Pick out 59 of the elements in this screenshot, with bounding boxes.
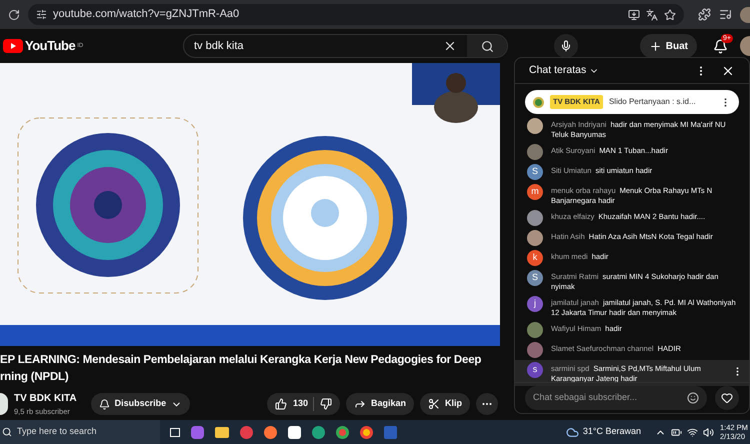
notifications-icon[interactable] bbox=[713, 38, 728, 54]
scissors-icon[interactable] bbox=[428, 398, 440, 410]
channel-name[interactable]: TV BDK KITA bbox=[14, 390, 77, 406]
pinned-text: Slido Pertanyaan : s.id... bbox=[608, 96, 697, 108]
url-text: youtube.com/watch?v=gZNJTmR-Aa0 bbox=[53, 7, 240, 22]
avatar-icon: s bbox=[527, 362, 543, 378]
clip-button[interactable]: Klip bbox=[420, 393, 470, 415]
chat-mode-dropdown[interactable]: Chat teratas bbox=[529, 62, 600, 78]
plus-icon[interactable] bbox=[648, 40, 662, 52]
logo-text[interactable]: YouTube bbox=[25, 36, 76, 56]
heart-button[interactable] bbox=[715, 386, 739, 410]
folder-icon[interactable] bbox=[215, 426, 229, 438]
chat-input[interactable]: Chat sebagai subscriber... bbox=[533, 391, 687, 405]
task-view-icon[interactable] bbox=[170, 428, 180, 436]
mic-button[interactable] bbox=[554, 34, 578, 58]
battery-icon[interactable] bbox=[671, 426, 682, 438]
subscribe-button[interactable]: Disubscribe bbox=[90, 393, 190, 415]
search-icon[interactable] bbox=[2, 427, 12, 437]
translate-icon[interactable] bbox=[646, 8, 658, 20]
share-arrow-icon[interactable] bbox=[354, 398, 366, 410]
emoji-icon[interactable] bbox=[687, 392, 699, 404]
media-icon[interactable] bbox=[719, 8, 732, 21]
reload-icon[interactable] bbox=[8, 8, 20, 20]
avatar-icon: S bbox=[527, 270, 543, 286]
weather-icon[interactable] bbox=[566, 426, 579, 438]
taskbar-search[interactable]: Type here to search bbox=[0, 420, 160, 444]
volume-icon[interactable] bbox=[703, 426, 714, 438]
share-button[interactable]: Bagikan bbox=[346, 393, 414, 415]
chat-input-bar[interactable]: Chat sebagai subscriber... bbox=[525, 386, 707, 410]
emblem-icon bbox=[533, 96, 544, 108]
bookmark-star-icon[interactable] bbox=[664, 8, 676, 20]
search-field[interactable]: tv bdk kita bbox=[183, 34, 508, 58]
avatar-icon: S bbox=[527, 164, 543, 180]
video-title: rning (NPDL) bbox=[0, 370, 70, 385]
weather-text[interactable]: 31°C Berawan bbox=[582, 425, 641, 439]
create-button[interactable]: Buat bbox=[640, 34, 697, 58]
avatar-icon: k bbox=[527, 250, 543, 266]
more-button[interactable] bbox=[476, 393, 498, 415]
video-title: EP LEARNING: Mendesain Pembelajaran melalui Kerangka Kerja New Pedagogies for Deep bbox=[0, 353, 482, 368]
bell-icon[interactable] bbox=[98, 398, 110, 410]
like-count: 130 bbox=[292, 397, 314, 411]
search-button[interactable] bbox=[467, 35, 507, 57]
youtube-logo-icon[interactable] bbox=[3, 39, 23, 53]
address-bar[interactable]: youtube.com/watch?v=gZNJTmR-Aa0 bbox=[28, 4, 684, 25]
dislike-icon[interactable] bbox=[320, 398, 332, 410]
extensions-icon[interactable] bbox=[698, 8, 711, 21]
account-avatar[interactable] bbox=[740, 36, 750, 56]
clear-icon[interactable] bbox=[443, 39, 457, 53]
site-settings-icon[interactable] bbox=[36, 9, 47, 20]
install-icon[interactable] bbox=[628, 8, 640, 20]
profile-avatar[interactable] bbox=[740, 6, 750, 22]
avatar-icon: j bbox=[527, 296, 543, 312]
search-icon[interactable] bbox=[480, 40, 494, 52]
wifi-icon[interactable] bbox=[687, 426, 698, 438]
channel-avatar[interactable] bbox=[0, 393, 8, 415]
mic-icon[interactable] bbox=[560, 40, 572, 52]
avatar-icon: m bbox=[527, 184, 543, 200]
heart-icon[interactable] bbox=[721, 392, 733, 404]
like-icon[interactable] bbox=[274, 398, 287, 410]
